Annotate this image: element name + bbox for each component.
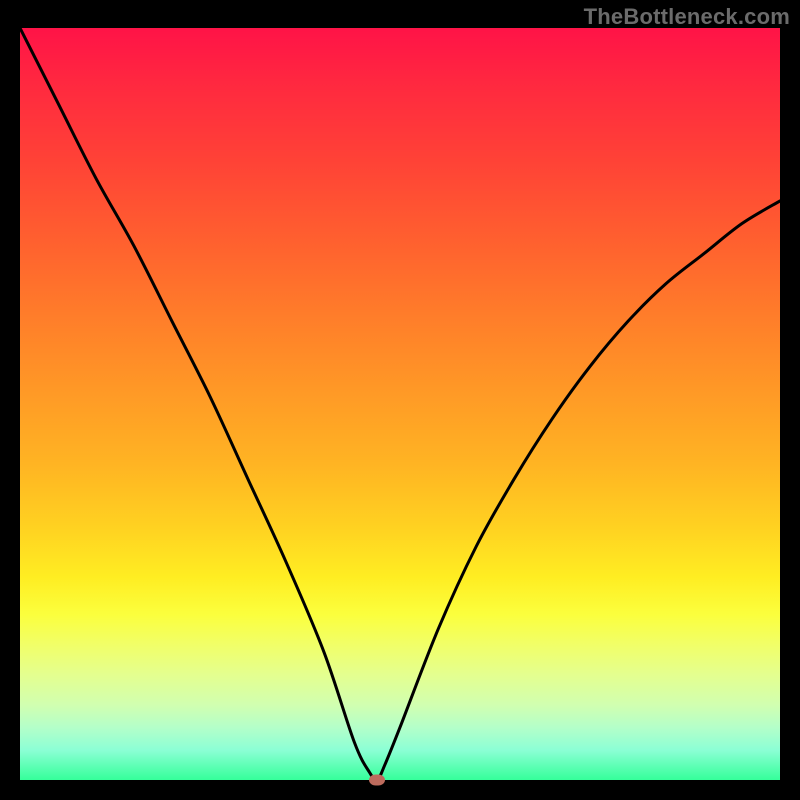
bottleneck-curve bbox=[20, 28, 780, 780]
chart-frame: TheBottleneck.com bbox=[0, 0, 800, 800]
plot-area bbox=[20, 28, 780, 780]
minimum-marker bbox=[369, 775, 385, 786]
attribution-label: TheBottleneck.com bbox=[584, 4, 790, 30]
